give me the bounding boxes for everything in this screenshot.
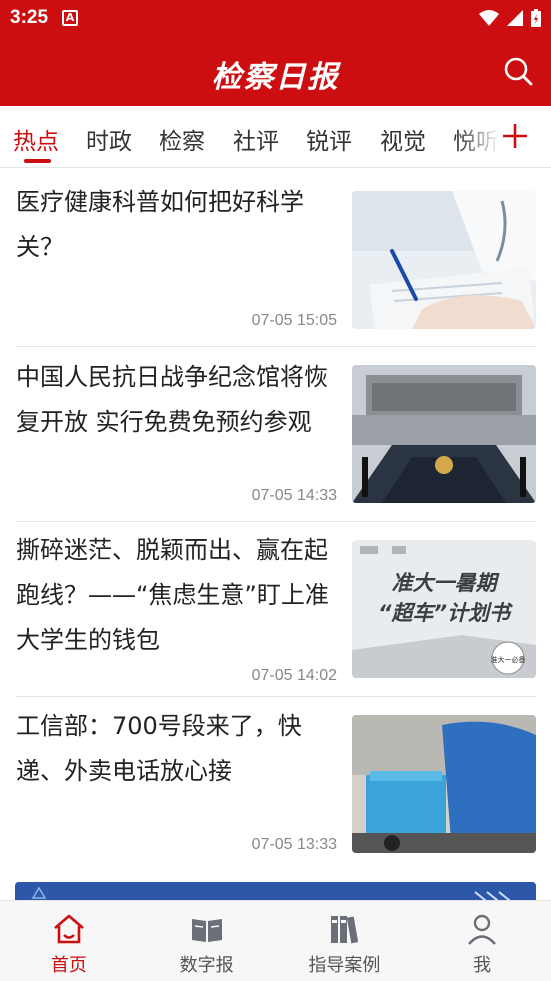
poster-badge: 准大一必备 [491, 655, 526, 664]
tab-editorial[interactable]: 社评 [233, 122, 279, 156]
nav-guiding-cases-label: 指导案例 [308, 955, 381, 976]
news-time: 07-05 14:33 [251, 487, 337, 504]
tab-hot[interactable]: 热点 [13, 122, 59, 156]
poster-line1: 准大一暑期 [392, 571, 501, 595]
binders-icon [331, 916, 359, 944]
nav-home[interactable]: 首页 [0, 901, 138, 981]
summer-plan-poster-image[interactable]: 准大一暑期 “超车”计划书 准大一必备 [352, 540, 536, 678]
status-icons [479, 9, 541, 27]
status-bar: 3:25 A [0, 0, 551, 36]
bottom-nav: 首页 数字报 指导案例 我 [0, 900, 551, 981]
active-tab-indicator [24, 159, 51, 163]
user-icon [468, 914, 497, 945]
divider [16, 346, 536, 347]
news-item[interactable]: 撕碎迷茫、脱颖而出、赢在起跑线？——“焦虑生意”盯上准大学生的钱包 07-05 … [0, 528, 551, 698]
adobe-icon: A [62, 10, 79, 26]
app-logo: 检察日报 [211, 60, 340, 95]
tab-procuratorate[interactable]: 检察 [159, 122, 205, 156]
news-title[interactable]: 中国人民抗日战争纪念馆将恢复开放 实行免费免预约参观 [16, 355, 342, 445]
news-item[interactable]: 中国人民抗日战争纪念馆将恢复开放 实行免费免预约参观 07-05 14:33 [0, 355, 551, 515]
nav-digital-paper[interactable]: 数字报 [138, 901, 276, 981]
news-title[interactable]: 工信部：700号段来了，快递、外卖电话放心接 [16, 704, 342, 794]
status-time: 3:25 [10, 7, 49, 28]
nav-me[interactable]: 我 [413, 901, 551, 981]
memorial-hall-image[interactable] [352, 365, 536, 503]
tab-visual[interactable]: 视觉 [380, 122, 426, 156]
poster-line2: “超车”计划书 [378, 601, 514, 625]
battery-icon [531, 9, 541, 27]
news-time: 07-05 15:05 [251, 312, 337, 329]
plus-icon [503, 124, 527, 148]
home-icon [54, 914, 84, 944]
news-item[interactable]: 医疗健康科普如何把好科学关？ 07-05 15:05 [0, 180, 551, 340]
nav-home-label: 首页 [50, 955, 87, 976]
nav-digital-paper-label: 数字报 [179, 955, 234, 976]
divider [16, 696, 536, 697]
divider [16, 521, 536, 522]
signal-icon [507, 10, 523, 26]
tab-politics[interactable]: 时政 [86, 122, 132, 156]
news-title[interactable]: 医疗健康科普如何把好科学关？ [16, 180, 342, 270]
doctor-writing-image[interactable] [352, 191, 536, 329]
wifi-icon [479, 10, 499, 26]
tabs-fade [455, 106, 500, 167]
channel-tabs: 热点 时政 检察 社评 锐评 视觉 悦听 [0, 106, 551, 168]
search-icon[interactable] [503, 56, 533, 86]
nav-me-label: 我 [473, 955, 492, 976]
tab-commentary[interactable]: 锐评 [306, 122, 352, 156]
book-icon [191, 919, 222, 942]
news-time: 07-05 14:02 [251, 667, 337, 684]
news-title[interactable]: 撕碎迷茫、脱颖而出、赢在起跑线？——“焦虑生意”盯上准大学生的钱包 [16, 528, 342, 663]
news-time: 07-05 13:33 [251, 836, 337, 853]
news-item[interactable]: 工信部：700号段来了，快递、外卖电话放心接 07-05 13:33 [0, 704, 551, 864]
app-bar: 检察日报 [0, 36, 551, 106]
delivery-rider-image[interactable] [352, 715, 536, 853]
add-channel-button[interactable] [497, 106, 551, 167]
nav-guiding-cases[interactable]: 指导案例 [276, 901, 414, 981]
